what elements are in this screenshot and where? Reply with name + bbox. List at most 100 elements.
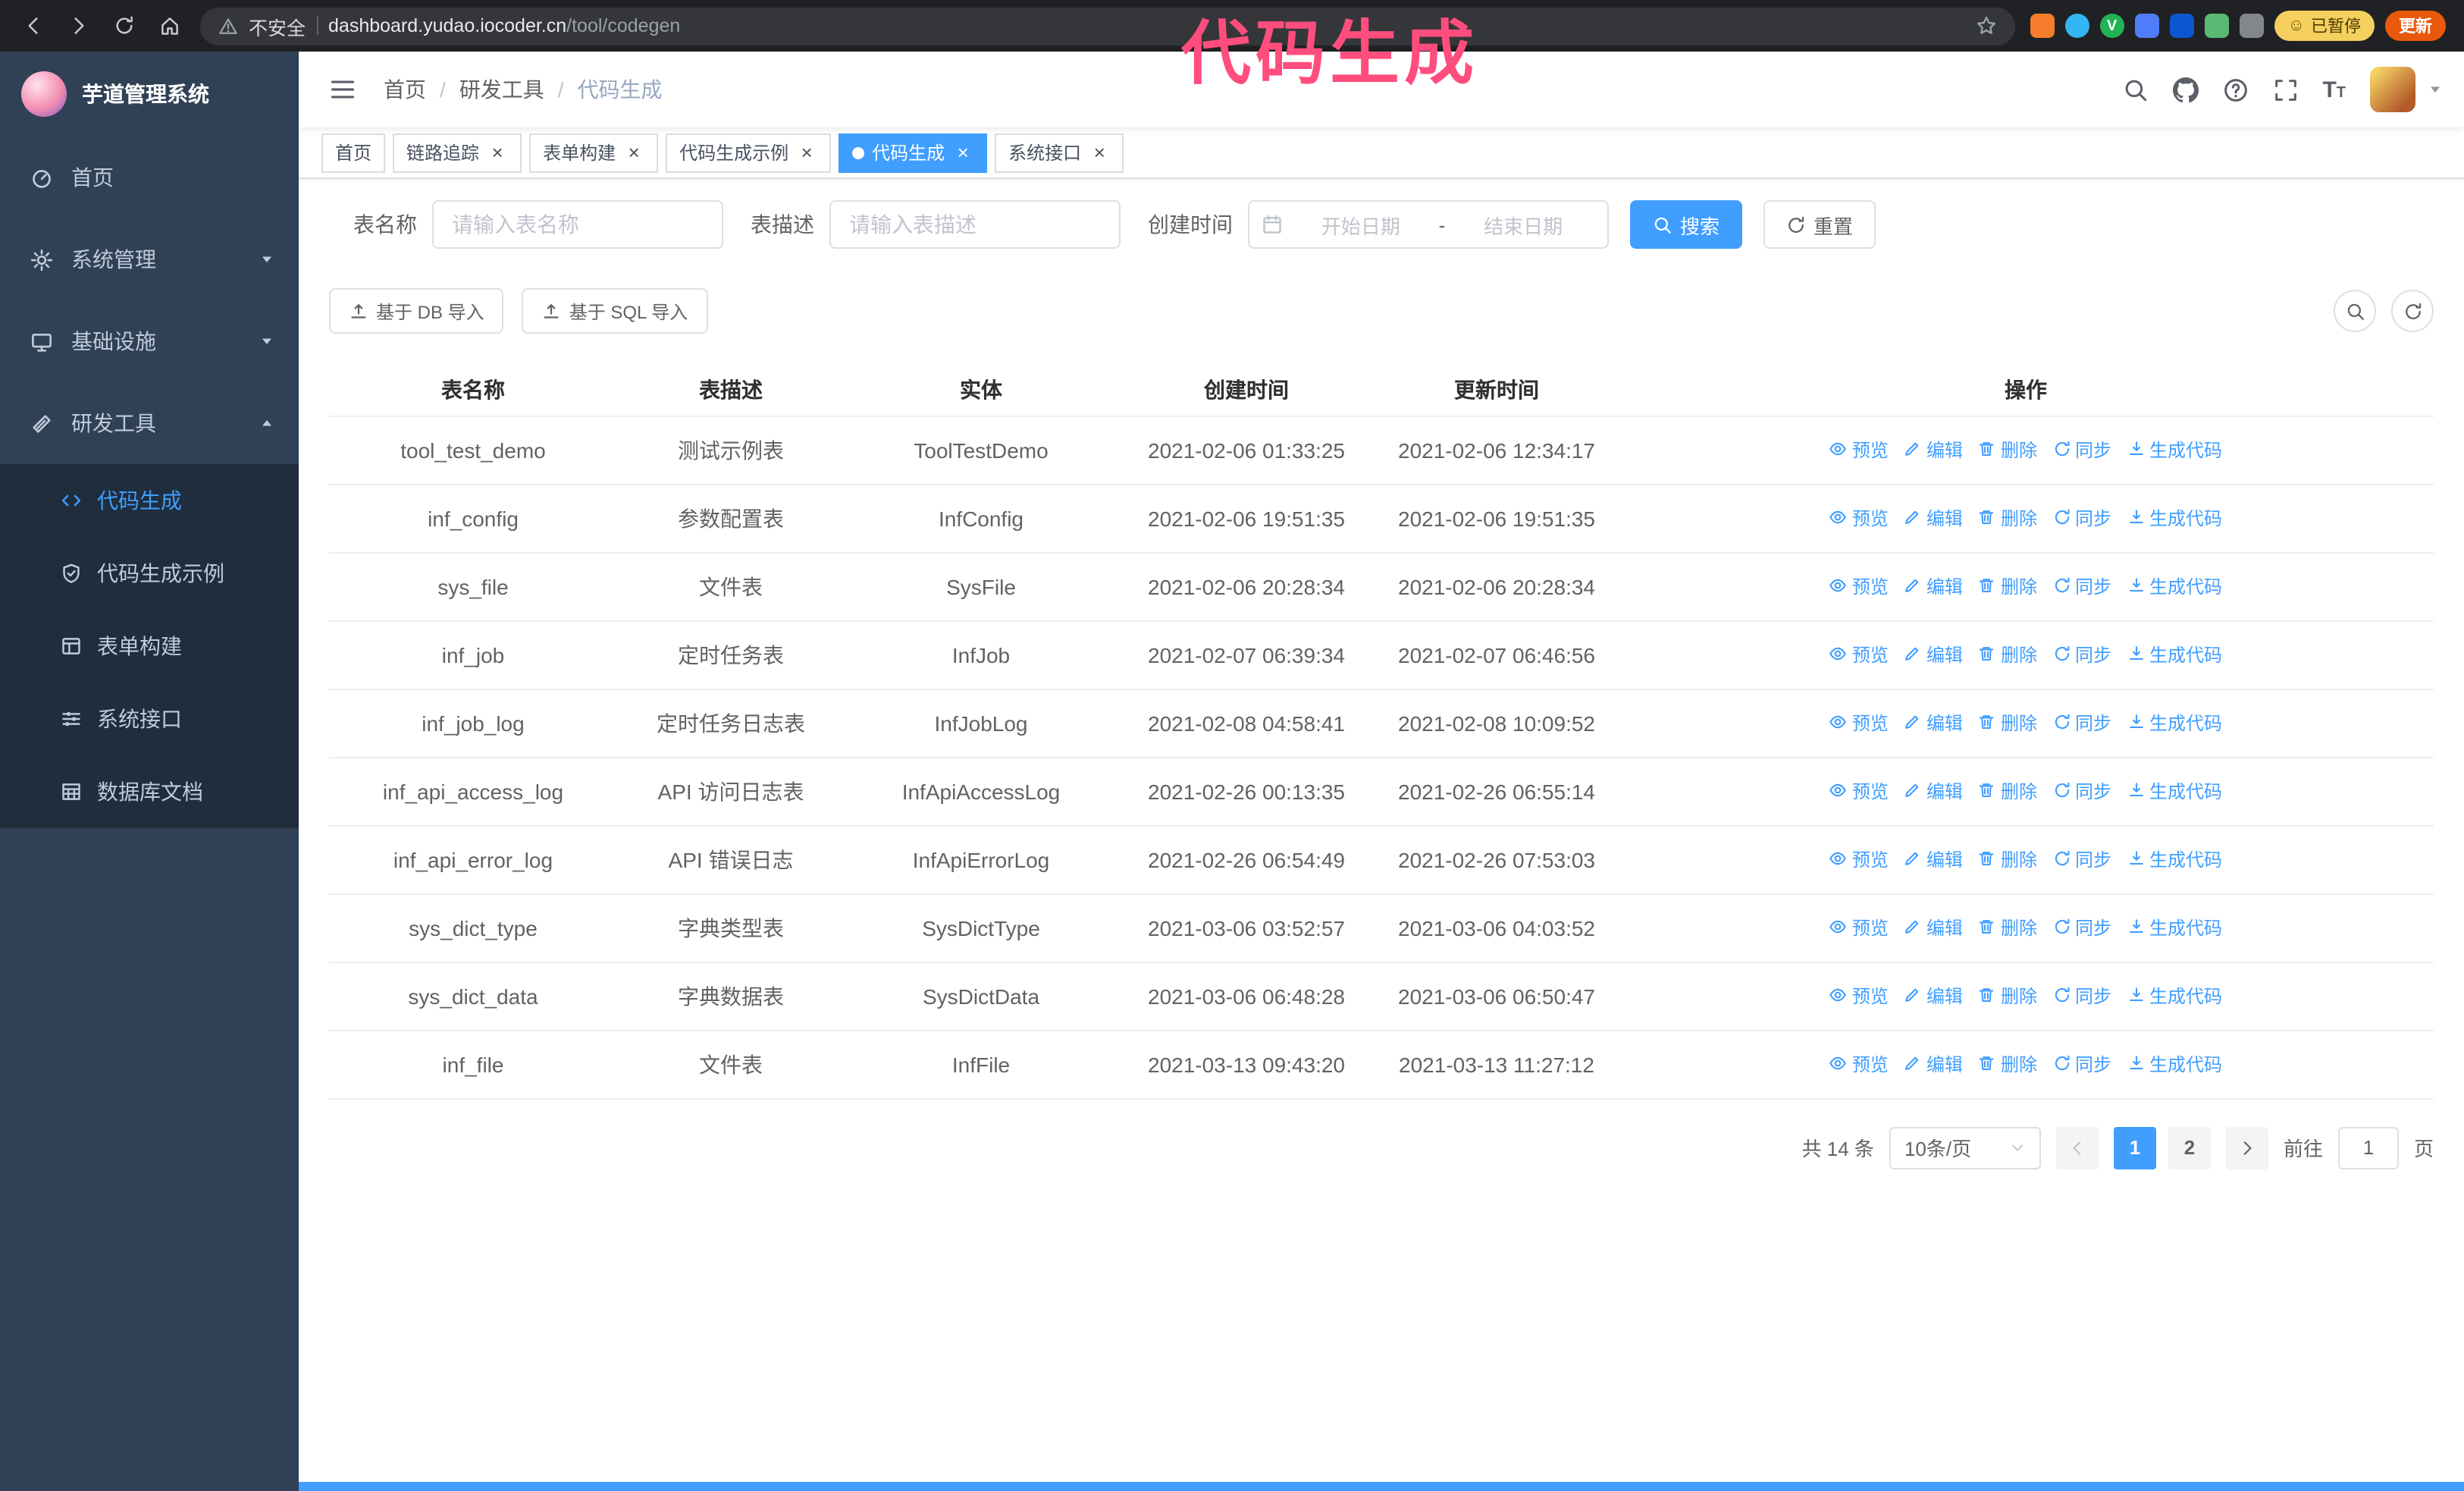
action-edit[interactable]: 编辑 — [1904, 639, 1963, 670]
tab[interactable]: 链路追踪 × — [393, 133, 522, 172]
action-generate-code[interactable]: 生成代码 — [2127, 981, 2222, 1011]
sidebar-item[interactable]: 系统管理 — [0, 218, 299, 300]
action-edit[interactable]: 编辑 — [1904, 435, 1963, 465]
action-sync[interactable]: 同步 — [2052, 571, 2111, 601]
action-generate-code[interactable]: 生成代码 — [2127, 639, 2222, 670]
action-preview[interactable]: 预览 — [1829, 435, 1889, 465]
action-edit[interactable]: 编辑 — [1904, 708, 1963, 738]
extension-fox-icon[interactable] — [2030, 14, 2055, 38]
sidebar-subitem[interactable]: 代码生成示例 — [0, 537, 299, 610]
action-sync[interactable]: 同步 — [2052, 981, 2111, 1011]
action-edit[interactable]: 编辑 — [1904, 1049, 1963, 1079]
extension-puzzle-icon[interactable] — [2239, 14, 2264, 38]
extension-dark-icon[interactable] — [2169, 14, 2194, 38]
search-button[interactable]: 搜索 — [1630, 200, 1743, 249]
page-number-button[interactable]: 2 — [2168, 1126, 2211, 1169]
action-generate-code[interactable]: 生成代码 — [2127, 435, 2222, 465]
sidebar-subitem[interactable]: 表单构建 — [0, 610, 299, 683]
address-bar[interactable]: 不安全 dashboard.yudao.iocoder.cn/tool/code… — [200, 7, 2015, 45]
action-edit[interactable]: 编辑 — [1904, 571, 1963, 601]
browser-back-icon[interactable] — [15, 8, 52, 44]
action-edit[interactable]: 编辑 — [1904, 503, 1963, 533]
action-edit[interactable]: 编辑 — [1904, 776, 1963, 806]
extension-grid-icon[interactable] — [2134, 14, 2159, 38]
tab[interactable]: 代码生成示例 × — [666, 133, 832, 172]
tab-close-icon[interactable]: × — [796, 142, 817, 163]
sidebar-item[interactable]: 研发工具 — [0, 382, 299, 464]
sidebar-item[interactable]: 首页 — [0, 137, 299, 218]
next-page-button[interactable] — [2225, 1126, 2268, 1169]
action-generate-code[interactable]: 生成代码 — [2127, 912, 2222, 943]
extension-drop-icon[interactable] — [2064, 14, 2089, 38]
page-size-select[interactable]: 10条/页 — [1889, 1126, 2041, 1169]
tab[interactable]: 表单构建 × — [529, 133, 659, 172]
action-preview[interactable]: 预览 — [1829, 776, 1889, 806]
action-edit[interactable]: 编辑 — [1904, 981, 1963, 1011]
tab-close-icon[interactable]: × — [623, 142, 644, 163]
action-delete[interactable]: 删除 — [1978, 639, 2037, 670]
action-sync[interactable]: 同步 — [2052, 912, 2111, 943]
sidebar-subitem[interactable]: 系统接口 — [0, 683, 299, 755]
fullscreen-icon[interactable] — [2272, 77, 2298, 102]
action-generate-code[interactable]: 生成代码 — [2127, 708, 2222, 738]
action-delete[interactable]: 删除 — [1978, 912, 2037, 943]
user-avatar[interactable] — [2370, 67, 2415, 112]
action-generate-code[interactable]: 生成代码 — [2127, 571, 2222, 601]
action-generate-code[interactable]: 生成代码 — [2127, 1049, 2222, 1079]
tab[interactable]: 代码生成 × — [839, 133, 988, 172]
goto-page-input[interactable] — [2337, 1126, 2399, 1169]
refresh-icon[interactable] — [2391, 290, 2434, 332]
github-icon[interactable] — [2172, 77, 2199, 102]
action-preview[interactable]: 预览 — [1829, 912, 1889, 943]
extension-leaf-icon[interactable] — [2204, 14, 2229, 38]
breadcrumb-item[interactable]: 研发工具 — [459, 74, 544, 105]
action-preview[interactable]: 预览 — [1829, 639, 1889, 670]
action-preview[interactable]: 预览 — [1829, 708, 1889, 738]
tab-close-icon[interactable]: × — [952, 142, 973, 163]
action-delete[interactable]: 删除 — [1978, 981, 2037, 1011]
action-edit[interactable]: 编辑 — [1904, 844, 1963, 874]
action-preview[interactable]: 预览 — [1829, 1049, 1889, 1079]
sidebar-subitem[interactable]: 数据库文档 — [0, 755, 299, 828]
prev-page-button[interactable] — [2055, 1126, 2099, 1169]
action-generate-code[interactable]: 生成代码 — [2127, 844, 2222, 874]
action-delete[interactable]: 删除 — [1978, 503, 2037, 533]
date-range-picker[interactable]: 开始日期 - 结束日期 — [1248, 200, 1609, 249]
paused-badge[interactable]: ☺ 已暂停 — [2274, 11, 2375, 41]
browser-home-icon[interactable] — [152, 8, 188, 44]
action-preview[interactable]: 预览 — [1829, 844, 1889, 874]
action-preview[interactable]: 预览 — [1829, 981, 1889, 1011]
toggle-search-icon[interactable] — [2334, 290, 2376, 332]
tab[interactable]: 系统接口 × — [995, 133, 1124, 172]
action-delete[interactable]: 删除 — [1978, 1049, 2037, 1079]
browser-reload-icon[interactable] — [106, 8, 143, 44]
action-delete[interactable]: 删除 — [1978, 776, 2037, 806]
table-desc-input[interactable] — [829, 200, 1121, 249]
tab-close-icon[interactable]: × — [487, 142, 508, 163]
font-size-icon[interactable]: TT — [2322, 77, 2346, 102]
action-sync[interactable]: 同步 — [2052, 503, 2111, 533]
breadcrumb-item[interactable]: 首页 — [384, 74, 426, 105]
bookmark-star-icon[interactable] — [1976, 14, 1997, 38]
help-icon[interactable] — [2222, 77, 2248, 102]
action-preview[interactable]: 预览 — [1829, 503, 1889, 533]
table-name-input[interactable] — [432, 200, 723, 249]
action-delete[interactable]: 删除 — [1978, 571, 2037, 601]
tab[interactable]: 首页 — [321, 133, 386, 172]
hamburger-icon[interactable] — [320, 76, 365, 103]
action-preview[interactable]: 预览 — [1829, 571, 1889, 601]
extension-v-icon[interactable]: V — [2099, 14, 2124, 38]
action-delete[interactable]: 删除 — [1978, 844, 2037, 874]
action-generate-code[interactable]: 生成代码 — [2127, 503, 2222, 533]
sidebar-subitem[interactable]: 代码生成 — [0, 464, 299, 537]
import-sql-button[interactable]: 基于 SQL 导入 — [522, 288, 708, 334]
action-delete[interactable]: 删除 — [1978, 708, 2037, 738]
reset-button[interactable]: 重置 — [1763, 200, 1876, 249]
action-sync[interactable]: 同步 — [2052, 708, 2111, 738]
avatar-caret-down-icon[interactable] — [2428, 82, 2443, 97]
action-sync[interactable]: 同步 — [2052, 844, 2111, 874]
update-button[interactable]: 更新 — [2385, 11, 2446, 41]
sidebar-logo[interactable]: 芋道管理系统 — [0, 52, 299, 137]
action-sync[interactable]: 同步 — [2052, 776, 2111, 806]
search-icon[interactable] — [2122, 77, 2148, 102]
